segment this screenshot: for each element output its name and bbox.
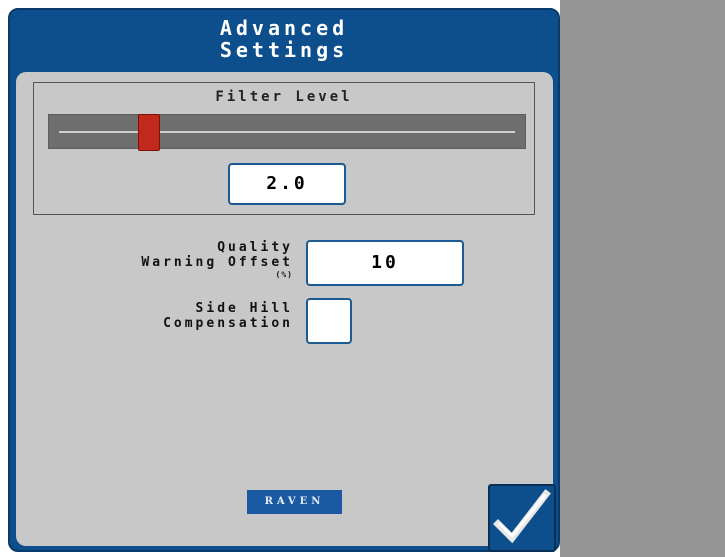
slider-line: [59, 131, 515, 133]
quality-warning-offset-input[interactable]: 10: [306, 240, 464, 286]
filter-level-value[interactable]: 2.0: [228, 163, 346, 205]
advanced-settings-dialog: Advanced Settings Filter Level 2.0 Quali…: [8, 8, 560, 552]
dialog-body: Filter Level 2.0 Quality Warning Offset …: [16, 72, 556, 552]
dialog-title: Advanced Settings: [10, 17, 558, 61]
raven-logo: RAVEN: [247, 490, 342, 514]
checkmark-icon: [493, 489, 551, 544]
filter-level-label: Filter Level: [215, 89, 353, 105]
side-hill-compensation-checkbox[interactable]: [306, 298, 352, 344]
confirm-button[interactable]: [488, 484, 556, 552]
quality-label-line1: Quality: [217, 240, 293, 255]
filter-level-slider[interactable]: [48, 114, 526, 151]
background-pane: [560, 0, 725, 557]
side-hill-compensation-label: Side Hill Compensation: [163, 301, 293, 331]
filter-level-group: Filter Level 2.0: [33, 82, 535, 215]
side-hill-label-line2: Compensation: [163, 316, 293, 331]
dialog-title-line2: Settings: [219, 38, 349, 62]
slider-handle[interactable]: [137, 114, 160, 151]
quality-label-unit: (%): [275, 270, 293, 279]
quality-warning-offset-label: Quality Warning Offset (%): [141, 240, 293, 279]
quality-label-line2: Warning Offset: [141, 255, 293, 270]
side-hill-label-line1: Side Hill: [195, 301, 293, 316]
dialog-title-line1: Advanced: [219, 16, 349, 40]
